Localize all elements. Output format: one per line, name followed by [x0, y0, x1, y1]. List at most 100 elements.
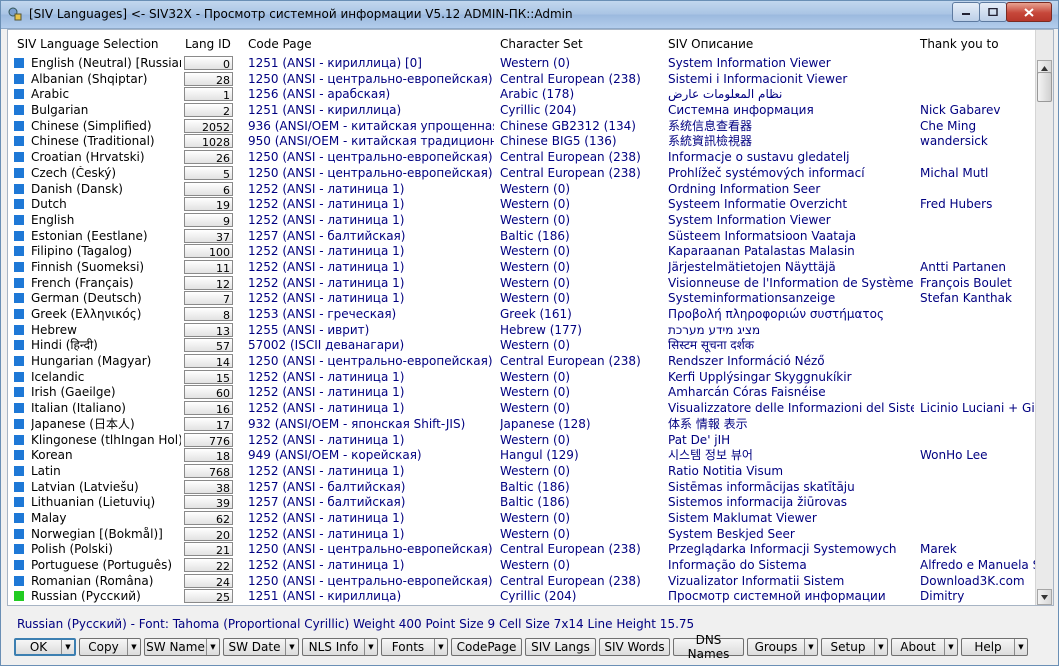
lang-id-box[interactable]: 39	[184, 495, 233, 510]
language-row[interactable]: Korean 18 949 (ANSI/OEM - корейская) Hangul…	[8, 448, 1035, 464]
lang-id-box[interactable]: 62	[184, 510, 233, 525]
siv-words-button[interactable]: SIV Words	[599, 638, 670, 656]
lang-id-box[interactable]: 5	[184, 165, 233, 180]
lang-id-box[interactable]: 60	[184, 385, 233, 400]
lang-id-box[interactable]: 0	[184, 56, 233, 70]
dropdown-arrow-icon[interactable]: ▼	[285, 639, 298, 655]
lang-id-box[interactable]: 25	[184, 589, 233, 604]
lang-id-box[interactable]: 11	[184, 259, 233, 274]
dns-names-button[interactable]: DNS Names	[673, 633, 744, 661]
language-row[interactable]: Danish (Dansk) 6 1252 (ANSI - латиница 1) W…	[8, 181, 1035, 198]
sw-date-button[interactable]: SW Date ▼	[223, 638, 299, 656]
language-row[interactable]: Latvian (Latviešu) 38 1257 (ANSI - балтийс…	[8, 479, 1035, 496]
lang-id-box[interactable]: 2052	[184, 118, 233, 133]
language-row[interactable]: Russian (Русский) 25 1251 (ANSI - кириллиц…	[8, 589, 1035, 605]
language-row[interactable]: Italian (Italiano) 16 1252 (ANSI - латиниц…	[8, 401, 1047, 417]
language-row[interactable]: Albanian (Shqiptar) 28 1250 (ANSI - центра…	[8, 71, 1035, 88]
dropdown-arrow-icon[interactable]: ▼	[127, 639, 140, 655]
language-row[interactable]: Hindi (हिन्दी) 57 57002 (ISCII деванагари)…	[8, 338, 1035, 354]
lang-id-box[interactable]: 24	[184, 573, 233, 588]
language-row[interactable]: Arabic 1 1256 (ANSI - арабская) Arabic (178…	[8, 87, 1035, 103]
language-row[interactable]: Portuguese (Português) 22 1252 (ANSI - лат…	[8, 558, 1047, 574]
vertical-scrollbar[interactable]	[1035, 30, 1053, 605]
lang-id-box[interactable]: 776	[184, 432, 233, 447]
lang-id-box[interactable]: 28	[184, 71, 233, 86]
language-row[interactable]: Bulgarian 2 1251 (ANSI - кириллица) Cyrilli…	[8, 103, 1035, 119]
lang-id-box[interactable]: 100	[184, 244, 233, 259]
languages-list[interactable]: SIV Language Selection Lang ID Code Page…	[7, 29, 1054, 606]
about-button[interactable]: About ▼	[891, 638, 958, 656]
dropdown-arrow-icon[interactable]: ▼	[1014, 639, 1027, 655]
language-row[interactable]: Lithuanian (Lietuvių) 39 1257 (ANSI - балт…	[8, 495, 1035, 511]
dropdown-arrow-icon[interactable]: ▼	[206, 639, 219, 655]
scroll-thumb[interactable]	[1037, 72, 1052, 102]
lang-id-box[interactable]: 768	[184, 463, 233, 478]
language-row[interactable]: Romanian (Româna) 24 1250 (ANSI - централь…	[8, 573, 1035, 590]
lang-id-box[interactable]: 18	[184, 448, 233, 463]
nls-info-button[interactable]: NLS Info ▼	[302, 638, 378, 656]
language-row[interactable]: Croatian (Hrvatski) 26 1250 (ANSI - центра…	[8, 150, 1035, 166]
language-row[interactable]: Latin 768 1252 (ANSI - латиница 1) Western …	[8, 463, 1035, 480]
lang-id-box[interactable]: 6	[184, 181, 233, 196]
dropdown-arrow-icon[interactable]: ▼	[944, 639, 957, 655]
scroll-down-button[interactable]	[1037, 589, 1052, 605]
dropdown-arrow-icon[interactable]: ▼	[874, 639, 887, 655]
language-row[interactable]: Greek (Ελληνικός) 8 1253 (ANSI - греческая…	[8, 307, 1035, 323]
sw-name-button[interactable]: SW Name ▼	[144, 638, 220, 656]
language-row[interactable]: Klingonese (tlhIngan Hol) 776 1252 (ANSI -…	[8, 432, 1035, 449]
language-row[interactable]: Chinese (Traditional) 1028 950 (ANSI/OEM -…	[8, 134, 1035, 150]
siv-langs-button[interactable]: SIV Langs	[525, 638, 596, 656]
dropdown-arrow-icon[interactable]: ▼	[804, 639, 817, 655]
language-row[interactable]: English (Neutral) [Russian] 0 1251 (ANSI -…	[8, 56, 1035, 72]
language-row[interactable]: Filipino (Tagalog) 100 1252 (ANSI - латини…	[8, 244, 1035, 260]
language-row[interactable]: German (Deutsch) 7 1252 (ANSI - латиница 1…	[8, 291, 1035, 307]
lang-id-box[interactable]: 57	[184, 338, 233, 353]
lang-id-box[interactable]: 38	[184, 479, 233, 494]
lang-id-box[interactable]: 12	[184, 275, 233, 290]
dropdown-arrow-icon[interactable]: ▼	[61, 640, 74, 654]
minimize-button[interactable]	[952, 2, 980, 22]
lang-id-box[interactable]: 16	[184, 401, 233, 416]
lang-id-box[interactable]: 13	[184, 322, 233, 337]
language-row[interactable]: Japanese (日本人) 17 932 (ANSI/OEM - японская…	[8, 416, 1035, 433]
lang-id-box[interactable]: 15	[184, 369, 233, 384]
language-row[interactable]: English 9 1252 (ANSI - латиница 1) Western …	[8, 212, 1035, 229]
lang-id-box[interactable]: 1028	[184, 134, 233, 149]
lang-id-box[interactable]: 14	[184, 354, 233, 369]
lang-id-box[interactable]: 7	[184, 291, 233, 306]
language-row[interactable]: Hebrew 13 1255 (ANSI - иврит) Hebrew (177) מ…	[8, 322, 1035, 339]
copy-button[interactable]: Copy ▼	[79, 638, 141, 656]
lang-id-box[interactable]: 2	[184, 103, 233, 118]
language-row[interactable]: Finnish (Suomeksi) 11 1252 (ANSI - латиниц…	[8, 259, 1035, 276]
lang-id-box[interactable]: 37	[184, 228, 233, 243]
close-button[interactable]	[1006, 2, 1052, 22]
maximize-button[interactable]	[979, 2, 1007, 22]
language-row[interactable]: Hungarian (Magyar) 14 1250 (ANSI - централ…	[8, 354, 1035, 370]
lang-id-box[interactable]: 8	[184, 307, 233, 321]
lang-id-box[interactable]: 1	[184, 87, 233, 102]
ok-button[interactable]: OK ▼	[14, 638, 76, 656]
language-row[interactable]: Norwegian [(Bokmål)] 20 1252 (ANSI - латин…	[8, 526, 1035, 543]
dropdown-arrow-icon[interactable]: ▼	[364, 639, 377, 655]
lang-id-box[interactable]: 22	[184, 558, 233, 572]
lang-id-box[interactable]: 26	[184, 150, 233, 165]
lang-id-box[interactable]: 9	[184, 212, 233, 227]
setup-button[interactable]: Setup ▼	[821, 638, 888, 656]
codepage-button[interactable]: CodePage	[451, 638, 522, 656]
language-row[interactable]: Icelandic 15 1252 (ANSI - латиница 1) Weste…	[8, 369, 1035, 386]
language-row[interactable]: French (Français) 12 1252 (ANSI - латиница…	[8, 275, 1035, 292]
language-row[interactable]: Estonian (Eestlane) 37 1257 (ANSI - балтий…	[8, 228, 1035, 245]
language-row[interactable]: Dutch 19 1252 (ANSI - латиница 1) Western (…	[8, 197, 1035, 213]
groups-button[interactable]: Groups ▼	[747, 638, 818, 656]
language-row[interactable]: Czech (Český) 5 1250 (ANSI - центрально-ев…	[8, 165, 1035, 182]
language-row[interactable]: Polish (Polski) 21 1250 (ANSI - центрально…	[8, 542, 1035, 558]
help-button[interactable]: Help ▼	[961, 638, 1028, 656]
dropdown-arrow-icon[interactable]: ▼	[434, 639, 447, 655]
language-row[interactable]: Irish (Gaeilge) 60 1252 (ANSI - латиница 1…	[8, 385, 1035, 401]
lang-id-box[interactable]: 20	[184, 526, 233, 541]
language-row[interactable]: Chinese (Simplified) 2052 936 (ANSI/OEM - …	[8, 118, 1035, 135]
language-row[interactable]: Malay 62 1252 (ANSI - латиница 1) Western (…	[8, 510, 1035, 527]
lang-id-box[interactable]: 17	[184, 416, 233, 431]
lang-id-box[interactable]: 19	[184, 197, 233, 212]
fonts-button[interactable]: Fonts ▼	[381, 638, 448, 656]
